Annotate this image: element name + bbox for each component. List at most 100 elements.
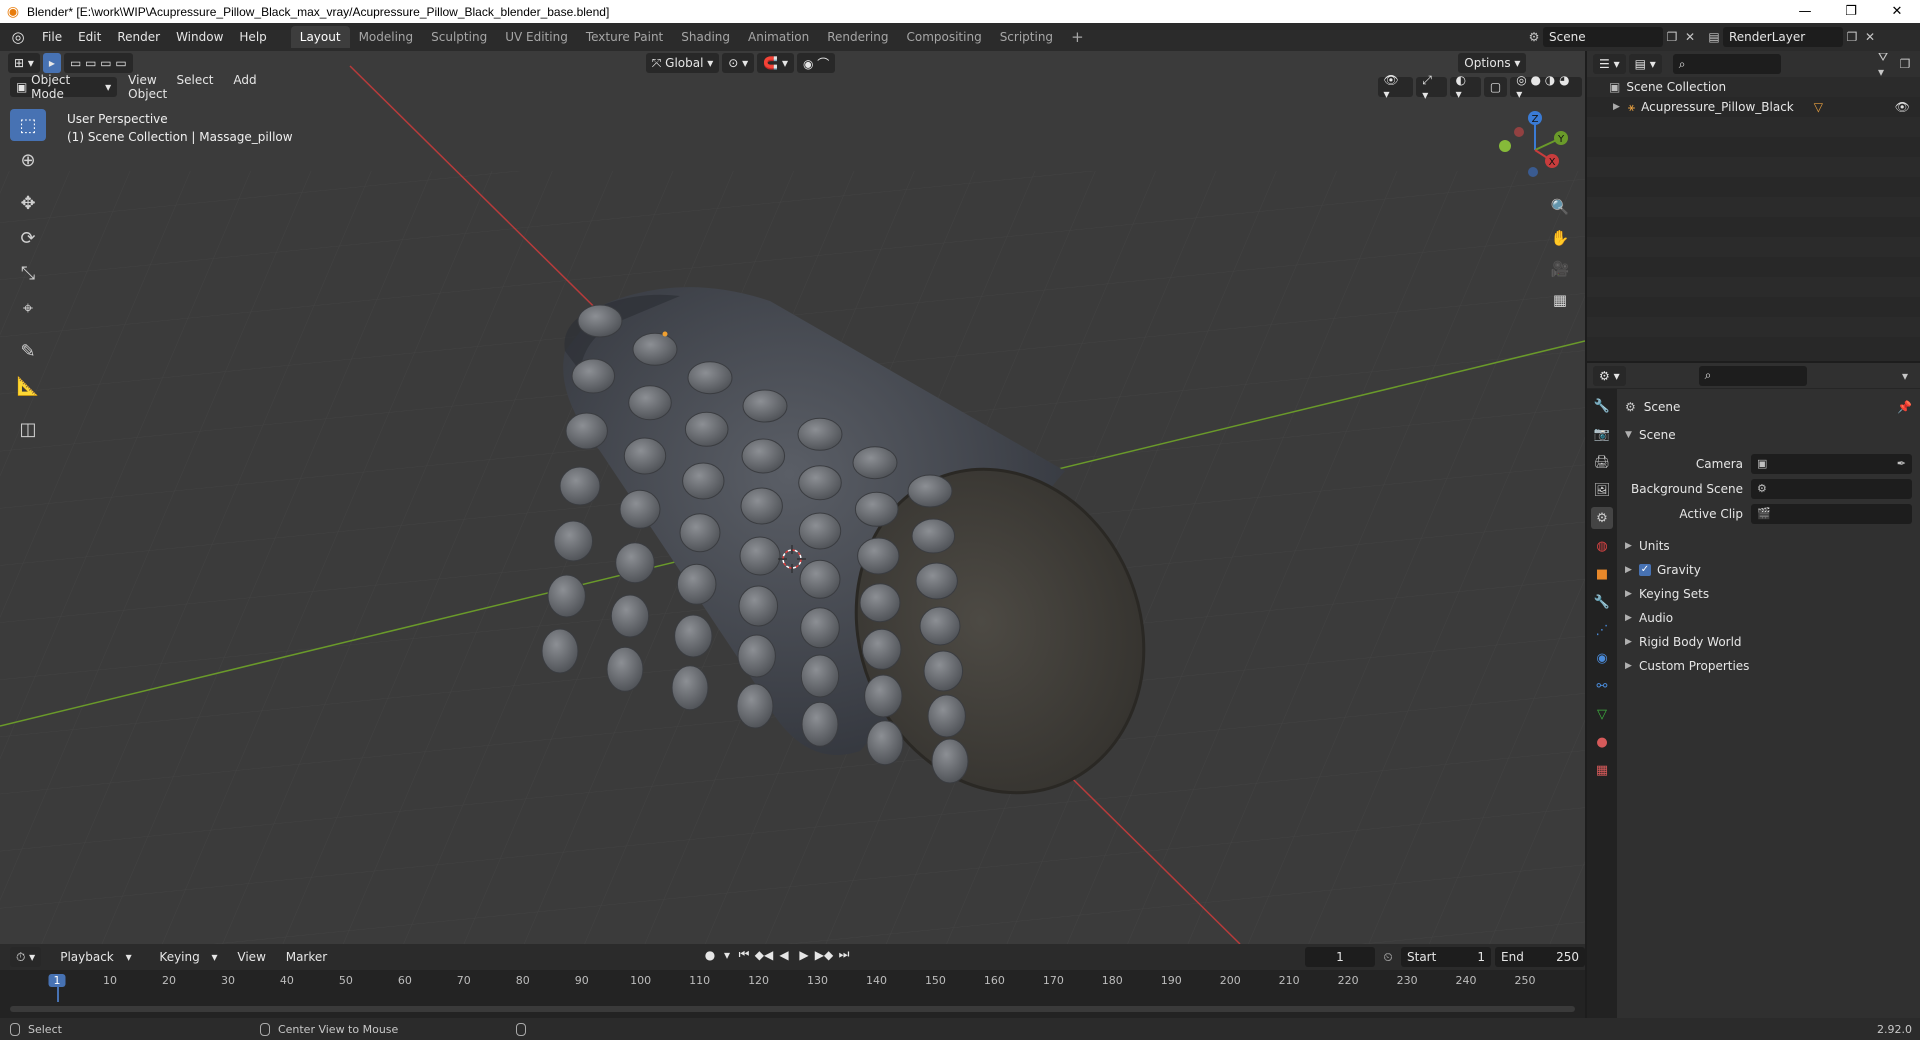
new-scene-icon[interactable]: ❐ bbox=[1663, 28, 1681, 46]
menu-add[interactable]: Add bbox=[225, 73, 264, 87]
menu-render[interactable]: Render bbox=[109, 23, 168, 51]
navigation-gizmo[interactable]: Z Y X bbox=[1495, 110, 1575, 190]
pan-hand-icon[interactable]: ✋ bbox=[1547, 225, 1573, 251]
menu-help[interactable]: Help bbox=[231, 23, 274, 51]
tab-modeling[interactable]: Modeling bbox=[350, 26, 423, 48]
tab-compositing[interactable]: Compositing bbox=[897, 26, 990, 48]
active-clip-field[interactable]: 🎬 bbox=[1751, 503, 1912, 524]
tab-shading[interactable]: Shading bbox=[672, 26, 739, 48]
timeline-scrollbar[interactable] bbox=[10, 1006, 1575, 1012]
pivot-point-dropdown[interactable]: ⊙ ▾ bbox=[722, 53, 755, 73]
record-icon[interactable]: ● bbox=[700, 948, 720, 962]
tab-sculpting[interactable]: Sculpting bbox=[422, 26, 496, 48]
close-button[interactable]: ✕ bbox=[1874, 0, 1920, 23]
tab-animation[interactable]: Animation bbox=[739, 26, 818, 48]
menu-select[interactable]: Select bbox=[168, 73, 221, 87]
camera-field[interactable]: ▣ ✒ bbox=[1751, 453, 1912, 474]
xray-toggle[interactable]: ▢ bbox=[1483, 77, 1508, 97]
menu-object[interactable]: Object bbox=[120, 87, 175, 101]
new-view-layer-icon[interactable]: ❐ bbox=[1843, 28, 1861, 46]
menu-edit[interactable]: Edit bbox=[70, 23, 109, 51]
outliner-search-input[interactable]: ⌕ bbox=[1672, 54, 1781, 74]
pin-icon[interactable]: 📌 bbox=[1897, 400, 1912, 414]
panel-gravity[interactable]: ▶ ✓ Gravity bbox=[1625, 558, 1912, 582]
menu-window[interactable]: Window bbox=[168, 23, 231, 51]
panel-custom-properties[interactable]: ▶ Custom Properties bbox=[1625, 654, 1912, 678]
view-layer-icon[interactable]: 🖼 bbox=[1591, 479, 1613, 501]
scene-name-field[interactable]: Scene bbox=[1543, 27, 1663, 47]
tab-uv-editing[interactable]: UV Editing bbox=[496, 26, 577, 48]
menu-timeline-view[interactable]: View bbox=[229, 950, 273, 964]
display-mode-dropdown[interactable]: ▤ ▾ bbox=[1628, 54, 1662, 74]
timeline-editor[interactable]: ⏱ ▾ Playback ▾ Keying ▾ View Marker ● ▾ … bbox=[0, 944, 1585, 1018]
material-icon[interactable]: ● bbox=[1591, 731, 1613, 753]
view-layer-browse-icon[interactable]: ▤ bbox=[1705, 28, 1723, 46]
properties-options-icon[interactable]: ▾ bbox=[1896, 367, 1914, 385]
outliner-editor[interactable]: ☰ ▾ ▤ ▾ ⌕ ⛛ ▾ ❐ ▣ Scene Collection ▶ ⚹ A… bbox=[1587, 50, 1920, 361]
properties-editor-type-button[interactable]: ⚙ ▾ bbox=[1593, 365, 1626, 386]
editor-type-button[interactable]: ⊞ ▾ bbox=[8, 53, 40, 73]
jump-keyframe-forward-icon[interactable]: ▶◆ bbox=[814, 948, 834, 962]
filter-icon[interactable]: ⛛ ▾ bbox=[1878, 50, 1896, 79]
panel-units[interactable]: ▶ Units bbox=[1625, 534, 1912, 558]
tab-scripting[interactable]: Scripting bbox=[991, 26, 1062, 48]
particles-icon[interactable]: ⋰ bbox=[1591, 619, 1613, 641]
jump-start-icon[interactable]: ⏮ bbox=[734, 947, 754, 962]
transform-icon[interactable]: ⌖ bbox=[10, 292, 46, 324]
properties-editor[interactable]: ⚙ ▾ ⌕ ▾ 🔧 📷 🖨 🖼 ⚙ ◍ ■ 🔧 ⋰ ◉ ⚯ ▽ ● ▦ ⚙ Sc… bbox=[1587, 363, 1920, 1018]
object-icon[interactable]: ■ bbox=[1591, 563, 1613, 585]
delete-view-layer-icon[interactable]: ✕ bbox=[1861, 28, 1879, 46]
data-icon[interactable]: ▽ bbox=[1591, 703, 1613, 725]
panel-audio[interactable]: ▶ Audio bbox=[1625, 606, 1912, 630]
background-scene-field[interactable]: ⚙ bbox=[1751, 478, 1912, 499]
move-icon[interactable]: ✥ bbox=[10, 187, 46, 219]
eyedropper-icon[interactable]: ✒ bbox=[1897, 457, 1906, 470]
add-workspace-button[interactable]: + bbox=[1062, 26, 1093, 48]
jump-keyframe-back-icon[interactable]: ◆◀ bbox=[754, 948, 774, 962]
rotate-icon[interactable]: ⟳ bbox=[10, 222, 46, 254]
scale-icon[interactable]: ⤡ bbox=[10, 257, 46, 289]
select-mode-icon[interactable]: ▸ bbox=[42, 53, 61, 73]
blender-logo-icon[interactable]: ◎ bbox=[8, 27, 28, 47]
transform-orientation-dropdown[interactable]: ⤧ Global ▾ bbox=[645, 53, 720, 73]
camera-icon[interactable]: 🎥 bbox=[1547, 256, 1573, 282]
menu-marker[interactable]: Marker bbox=[278, 950, 335, 964]
tab-texture-paint[interactable]: Texture Paint bbox=[577, 26, 672, 48]
start-frame-field[interactable]: Start 1 bbox=[1401, 947, 1491, 967]
physics-icon[interactable]: ◉ bbox=[1591, 647, 1613, 669]
tab-rendering[interactable]: Rendering bbox=[818, 26, 897, 48]
shading-modes[interactable]: ◎ ● ◑ ◕ ▾ bbox=[1510, 73, 1582, 101]
grid-ortho-icon[interactable]: ▦ bbox=[1547, 287, 1573, 313]
timeline-editor-type-button[interactable]: ⏱ ▾ bbox=[10, 947, 42, 967]
view-layer-field[interactable]: RenderLayer bbox=[1723, 27, 1843, 47]
timeline-ruler[interactable]: 1 10 20 30 40 50 60 70 80 90 100 110 120 130 140 150 160… bbox=[0, 970, 1585, 994]
mode-dropdown[interactable]: ▣ Object Mode ▾ bbox=[10, 73, 118, 101]
viewport-scene[interactable] bbox=[0, 51, 1585, 944]
measure-icon[interactable]: 📐 bbox=[10, 370, 46, 402]
modifier-icon[interactable]: 🔧 bbox=[1591, 591, 1613, 613]
outliner-item[interactable]: ▶ ⚹ Acupressure_Pillow_Black ▽ 👁 bbox=[1587, 97, 1920, 117]
menu-playback[interactable]: Playback ▾ bbox=[44, 950, 139, 964]
zoom-icon[interactable]: 🔍 bbox=[1547, 194, 1573, 220]
end-frame-field[interactable]: End 250 bbox=[1495, 947, 1585, 967]
minimize-button[interactable]: — bbox=[1782, 0, 1828, 23]
play-icon[interactable]: ▶ bbox=[794, 948, 814, 962]
outliner-scene-collection[interactable]: ▣ Scene Collection bbox=[1587, 77, 1920, 97]
gravity-checkbox[interactable]: ✓ bbox=[1639, 564, 1651, 576]
current-frame-field[interactable]: 1 bbox=[1305, 947, 1375, 967]
panel-rigid-body-world[interactable]: ▶ Rigid Body World bbox=[1625, 630, 1912, 654]
panel-keying-sets[interactable]: ▶ Keying Sets bbox=[1625, 582, 1912, 606]
visibility-dropdown[interactable]: 👁 ▾ bbox=[1377, 73, 1414, 101]
world-icon[interactable]: ◍ bbox=[1591, 535, 1613, 557]
texture-icon[interactable]: ▦ bbox=[1591, 759, 1613, 781]
menu-view[interactable]: View bbox=[120, 73, 164, 87]
delete-scene-icon[interactable]: ✕ bbox=[1681, 28, 1699, 46]
annotate-icon[interactable]: ✎ bbox=[10, 335, 46, 367]
tool-icon[interactable]: 🔧 bbox=[1591, 395, 1613, 417]
snap-toggle[interactable]: 🧲 ▾ bbox=[757, 53, 794, 73]
tab-layout[interactable]: Layout bbox=[290, 26, 350, 48]
clock-icon[interactable]: ⏲ bbox=[1379, 948, 1397, 966]
scene-icon[interactable]: ⚙ bbox=[1591, 507, 1613, 529]
play-reverse-icon[interactable]: ◀ bbox=[774, 948, 794, 962]
3d-viewport[interactable]: ⊞ ▾ ▸ ▭ ▭ ▭ ▭ ⤧ Global ▾ ⊙ ▾ 🧲 ▾ ◉ ⌒ Opt… bbox=[0, 51, 1585, 944]
